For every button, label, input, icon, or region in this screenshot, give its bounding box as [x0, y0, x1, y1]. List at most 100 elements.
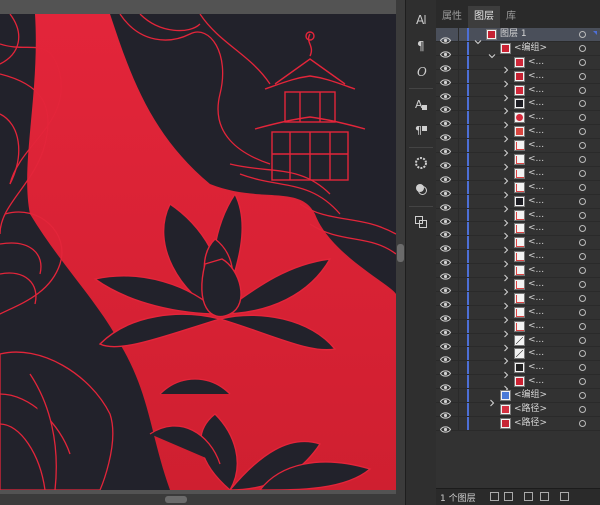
- visibility-eye-icon[interactable]: [439, 127, 452, 141]
- tab-layers[interactable]: 图层: [468, 6, 500, 28]
- lock-column[interactable]: [458, 139, 459, 153]
- layer-name[interactable]: <...: [528, 306, 544, 319]
- document-canvas[interactable]: [0, 0, 405, 505]
- visibility-eye-icon[interactable]: [439, 405, 452, 419]
- char-styles-icon[interactable]: A: [410, 93, 432, 115]
- target-circle-icon[interactable]: [579, 267, 586, 275]
- lock-column[interactable]: [458, 180, 459, 194]
- chevron-right-icon[interactable]: [502, 184, 510, 199]
- layer-name[interactable]: <...: [528, 111, 544, 124]
- layer-name[interactable]: <...: [528, 97, 544, 110]
- layer-name[interactable]: <...: [528, 278, 544, 291]
- new-sublayer-icon[interactable]: [524, 492, 533, 501]
- target-circle-icon[interactable]: [579, 58, 586, 66]
- lock-column[interactable]: [458, 55, 459, 69]
- layer-name[interactable]: <...: [528, 361, 544, 374]
- chevron-down-icon[interactable]: [488, 45, 496, 59]
- visibility-eye-icon[interactable]: [439, 113, 452, 127]
- sublayer-row[interactable]: <...: [436, 111, 600, 129]
- sublayer-row[interactable]: <...: [436, 319, 600, 338]
- visibility-eye-icon[interactable]: [439, 336, 452, 350]
- target-circle-icon[interactable]: [579, 100, 586, 108]
- chevron-right-icon[interactable]: [488, 392, 496, 407]
- sublayer-row[interactable]: <...: [436, 333, 600, 351]
- visibility-eye-icon[interactable]: [439, 141, 452, 155]
- visibility-eye-icon[interactable]: [439, 266, 452, 280]
- chevron-right-icon[interactable]: [502, 156, 510, 171]
- artboard-illustration[interactable]: [0, 14, 396, 490]
- layer-name[interactable]: 图层 1: [500, 28, 527, 41]
- chevron-right-icon[interactable]: [502, 142, 510, 157]
- new-layer-icon[interactable]: [540, 492, 549, 501]
- chevron-right-icon[interactable]: [502, 170, 510, 185]
- target-circle-icon[interactable]: [579, 406, 586, 414]
- chevron-right-icon[interactable]: [502, 100, 510, 115]
- lock-column[interactable]: [458, 291, 459, 305]
- sublayer-row[interactable]: <...: [436, 69, 600, 88]
- delete-layer-icon[interactable]: [560, 492, 569, 501]
- layer-name[interactable]: <...: [528, 292, 544, 305]
- visibility-eye-icon[interactable]: [439, 252, 452, 266]
- chevron-right-icon[interactable]: [502, 267, 510, 282]
- target-circle-icon[interactable]: [579, 350, 586, 358]
- chevron-right-icon[interactable]: [502, 128, 510, 143]
- layer-name[interactable]: <...: [528, 375, 544, 388]
- layer-name[interactable]: <...: [528, 264, 544, 277]
- visibility-eye-icon[interactable]: [439, 280, 452, 294]
- sublayer-row[interactable]: <...: [436, 305, 600, 324]
- lock-column[interactable]: [458, 208, 459, 222]
- layer-row-top[interactable]: 图层 1: [436, 28, 600, 45]
- lock-column[interactable]: [458, 403, 459, 416]
- layer-row-group[interactable]: <编组>: [436, 41, 600, 59]
- sublayer-row[interactable]: <...: [436, 278, 600, 296]
- visibility-eye-icon[interactable]: [439, 308, 452, 322]
- target-circle-icon[interactable]: [579, 322, 586, 330]
- sublayer-row[interactable]: <...: [436, 166, 600, 185]
- chevron-right-icon[interactable]: [502, 239, 510, 254]
- layer-row-bottom[interactable]: <路径>: [436, 416, 600, 433]
- chevron-right-icon[interactable]: [502, 309, 510, 324]
- lock-column[interactable]: [458, 361, 459, 375]
- target-circle-icon[interactable]: [579, 142, 586, 150]
- lock-column[interactable]: [458, 41, 459, 55]
- target-circle-icon[interactable]: [579, 392, 586, 400]
- target-circle-icon[interactable]: [579, 86, 586, 94]
- chevron-right-icon[interactable]: [502, 73, 510, 88]
- make-clipping-mask-icon[interactable]: [504, 492, 513, 501]
- visibility-eye-icon[interactable]: [439, 224, 452, 239]
- target-circle-icon[interactable]: [579, 169, 586, 177]
- sublayer-row[interactable]: <...: [436, 361, 600, 379]
- sublayer-row[interactable]: <...: [436, 347, 600, 365]
- sublayer-row[interactable]: <...: [436, 97, 600, 115]
- tab-properties[interactable]: 属性: [436, 6, 468, 28]
- layer-name[interactable]: <编组>: [514, 42, 547, 55]
- horizontal-scrollbar[interactable]: [0, 494, 396, 505]
- target-circle-icon[interactable]: [579, 197, 586, 205]
- target-circle-icon[interactable]: [579, 128, 586, 136]
- visibility-eye-icon[interactable]: [439, 155, 452, 169]
- chevron-right-icon[interactable]: [502, 281, 510, 296]
- layer-name[interactable]: <...: [528, 320, 544, 333]
- sublayer-row[interactable]: <...: [436, 222, 600, 240]
- target-circle-icon[interactable]: [579, 336, 586, 344]
- layer-name[interactable]: <...: [528, 334, 544, 347]
- visibility-eye-icon[interactable]: [439, 44, 452, 58]
- visibility-eye-icon[interactable]: [439, 72, 452, 86]
- target-circle-icon[interactable]: [579, 225, 586, 233]
- visibility-eye-icon[interactable]: [439, 99, 452, 114]
- layer-name[interactable]: <路径>: [514, 417, 547, 430]
- target-circle-icon[interactable]: [579, 72, 586, 80]
- layer-name[interactable]: <...: [528, 139, 544, 152]
- target-circle-icon[interactable]: [579, 156, 586, 164]
- chevron-right-icon[interactable]: [502, 225, 510, 240]
- lock-column[interactable]: [458, 111, 459, 125]
- visibility-eye-icon[interactable]: [439, 391, 452, 405]
- visibility-eye-icon[interactable]: [439, 86, 452, 100]
- visibility-eye-icon[interactable]: [439, 197, 452, 211]
- transform-icon[interactable]: [410, 211, 432, 233]
- sublayer-row[interactable]: <...: [436, 83, 600, 101]
- sublayer-row[interactable]: <...: [436, 125, 600, 143]
- lock-column[interactable]: [458, 416, 459, 430]
- visibility-eye-icon[interactable]: [439, 169, 452, 183]
- target-circle-icon[interactable]: [579, 44, 586, 52]
